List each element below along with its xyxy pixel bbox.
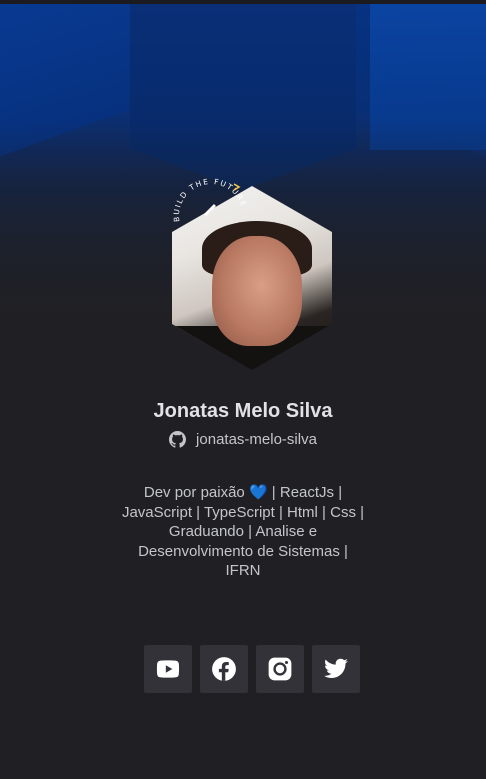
profile-name: Jonatas Melo Silva <box>153 400 333 422</box>
youtube-button[interactable] <box>144 645 192 693</box>
facebook-button[interactable] <box>200 645 248 693</box>
youtube-icon <box>156 660 180 678</box>
twitter-button[interactable] <box>312 645 360 693</box>
github-username: jonatas-melo-silva <box>196 431 317 448</box>
avatar: BUILD THE FUTURE <box>166 168 336 373</box>
social-links <box>144 645 360 693</box>
rocket-icon <box>204 204 216 216</box>
svg-text:BUILD THE FUTURE: BUILD THE FUTURE <box>172 177 249 222</box>
twitter-icon <box>324 658 348 678</box>
instagram-button[interactable] <box>256 645 304 693</box>
profile-bio: Dev por paixão 💙 | ReactJs | JavaScript … <box>121 484 365 579</box>
instagram-icon <box>268 657 292 681</box>
facebook-icon <box>212 657 236 681</box>
blue-heart-icon: 💙 <box>248 484 268 501</box>
build-the-future-badge: BUILD THE FUTURE <box>172 177 249 222</box>
github-icon <box>169 431 187 448</box>
badge-text: BUILD THE FUTURE <box>172 177 247 222</box>
profile-card: BUILD THE FUTURE Jonatas Melo Silva jona… <box>0 0 486 779</box>
github-link[interactable]: jonatas-melo-silva <box>0 431 486 448</box>
